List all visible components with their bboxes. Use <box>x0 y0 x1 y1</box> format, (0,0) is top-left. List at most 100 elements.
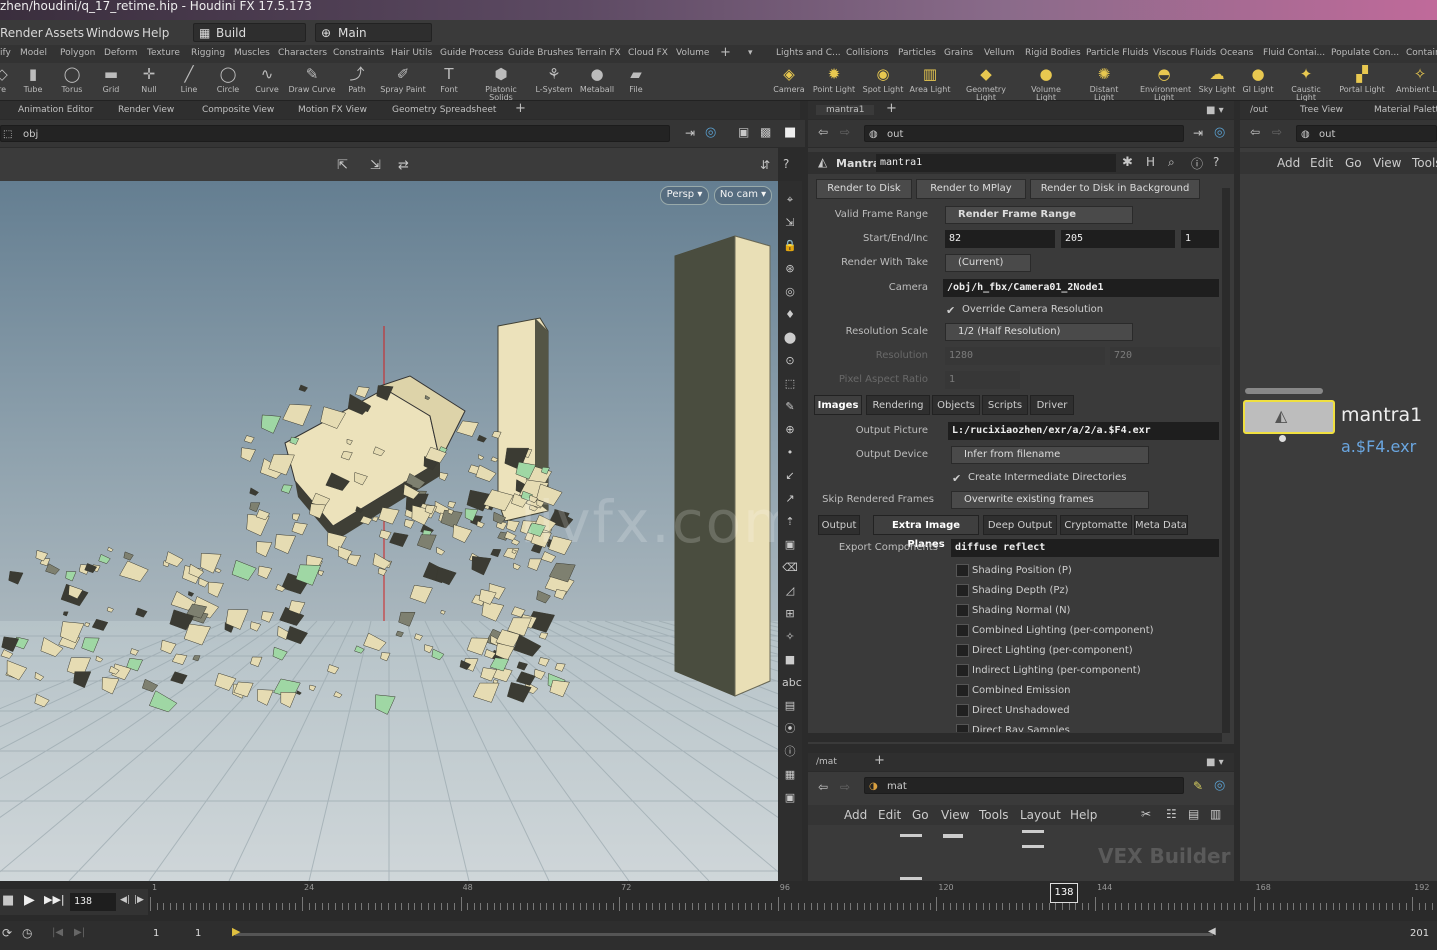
shelf-tab[interactable]: Model <box>20 48 47 58</box>
mat-menu-add[interactable]: Add <box>844 808 867 822</box>
viewport-tool-icon[interactable]: • <box>782 446 798 460</box>
subtab-extra-image-planes[interactable]: Extra Image Planes <box>873 515 979 550</box>
range-start-handle-icon[interactable]: ▶ <box>232 925 240 938</box>
playback-start-field[interactable]: 1 <box>195 928 201 939</box>
tab-rendering[interactable]: Rendering <box>866 395 930 415</box>
tab-mat[interactable]: /mat <box>816 757 837 767</box>
tab-material-palette[interactable]: Material Palett <box>1374 105 1437 115</box>
skip-frames-menu[interactable]: Overwrite existing frames <box>951 491 1149 509</box>
list-icon[interactable]: ▤ <box>1188 807 1199 821</box>
mantra-node[interactable]: ◭ <box>1243 400 1335 434</box>
shelf-tool[interactable]: ● GI Light <box>1234 65 1282 94</box>
viewport-tool-icon[interactable]: ✧ <box>782 630 798 644</box>
tab-scripts[interactable]: Scripts <box>982 395 1028 415</box>
add-tab-icon[interactable]: + <box>874 753 885 768</box>
shelf-tool[interactable]: ▰ File <box>612 65 660 94</box>
param-hscrollbar[interactable] <box>808 733 1222 742</box>
out-menu-add[interactable]: Add <box>1277 156 1300 170</box>
layout-icon[interactable]: ⇵ <box>760 158 770 172</box>
play-icon[interactable]: ▶ <box>24 892 35 908</box>
tab-images[interactable]: Images <box>814 395 862 415</box>
back-icon[interactable]: ⇦ <box>818 780 828 794</box>
shelf-tab[interactable]: Texture <box>147 48 180 58</box>
skip-end-icon[interactable]: ▶▶| <box>44 893 65 906</box>
tab-out[interactable]: /out <box>1250 105 1268 115</box>
viewport-tool-icon[interactable]: ⊛ <box>782 262 798 276</box>
render-to-mplay-button[interactable]: Render to MPlay <box>916 179 1026 199</box>
inc-frame-field[interactable]: 1 <box>1181 230 1219 248</box>
hscript-icon[interactable]: H <box>1146 155 1155 169</box>
viewport-tool-icon[interactable]: ■ <box>782 653 798 667</box>
shelf-tab[interactable]: Constraints <box>333 48 384 58</box>
plane-checkbox[interactable] <box>956 724 969 732</box>
shelf-tool[interactable]: ● Volume Light <box>1022 65 1070 102</box>
stop-icon[interactable]: ■ <box>2 893 14 908</box>
mat-menu-help[interactable]: Help <box>1070 808 1097 822</box>
shelf-tab[interactable]: Populate Con... <box>1331 48 1399 58</box>
step-forward-icon[interactable]: |▶ <box>134 895 144 905</box>
render-take-menu[interactable]: (Current) <box>945 254 1031 272</box>
viewport-tool-icon[interactable]: ♦ <box>782 308 798 322</box>
shelf-tab[interactable]: Volume <box>676 48 709 58</box>
start-frame-field[interactable]: 82 <box>945 230 1055 248</box>
shelf-tab[interactable]: Guide Brushes <box>508 48 574 58</box>
shelf-tab[interactable]: Contain <box>1406 48 1437 58</box>
viewport-tool-icon[interactable]: ↗ <box>782 492 798 506</box>
shelf-tab[interactable]: Oceans <box>1220 48 1253 58</box>
shelf-tool[interactable]: ∿ Curve <box>243 65 291 94</box>
edit-icon[interactable]: ✎ <box>1193 779 1203 793</box>
shelf-tool[interactable]: ✎ Draw Curve <box>288 65 336 94</box>
info-icon[interactable]: ⓘ <box>1191 155 1203 172</box>
shelf-tab[interactable]: Deform <box>104 48 137 58</box>
mat-menu-tools[interactable]: Tools <box>979 808 1009 822</box>
tab-mantra1[interactable]: mantra1 <box>816 105 875 115</box>
node-name-field[interactable]: mantra1 <box>876 154 1116 172</box>
step-back-icon[interactable]: ◀| <box>120 895 130 905</box>
panel-menu-icon[interactable]: ■ ▾ <box>1206 105 1224 116</box>
shelf-tab[interactable]: Collisions <box>846 48 888 58</box>
viewport-tool-icon[interactable]: ▣ <box>782 538 798 552</box>
shelf-tool[interactable]: T Font <box>425 65 473 94</box>
forward-icon[interactable]: ⇨ <box>1272 125 1282 139</box>
render-background-button[interactable]: Render to Disk in Background <box>1030 179 1200 199</box>
camera-field[interactable]: /obj/h_fbx/Camera01_2Node1 <box>943 279 1219 297</box>
res-scale-menu[interactable]: 1/2 (Half Resolution) <box>945 323 1133 341</box>
viewport-tool-icon[interactable]: ⬤ <box>782 331 798 345</box>
shelf-tool[interactable]: ✧ Ambient Lig <box>1396 65 1437 94</box>
tab-driver[interactable]: Driver <box>1030 395 1074 415</box>
param-scrollbar[interactable] <box>1222 188 1230 733</box>
shelf-tab[interactable]: Viscous Fluids <box>1153 48 1216 58</box>
plane-checkbox[interactable] <box>956 684 969 697</box>
range-start-field[interactable]: 1 <box>153 928 159 939</box>
viewport-tool-icon[interactable]: ↙ <box>782 469 798 483</box>
viewport-tool-icon[interactable]: ▦ <box>782 768 798 782</box>
shelf-tool[interactable]: ✦ Caustic Light <box>1282 65 1330 102</box>
shelf-tool[interactable]: ◉ Spot Light <box>859 65 907 94</box>
tab-tree-view[interactable]: Tree View <box>1300 105 1343 115</box>
viewport-tool-icon[interactable]: ✎ <box>782 400 798 414</box>
viewport-tool-icon[interactable]: ⇲ <box>782 216 798 230</box>
shelf-tool[interactable]: ✐ Spray Paint <box>379 65 427 94</box>
columns-icon[interactable]: ▥ <box>1210 807 1221 821</box>
shelf-menu-icon[interactable]: ▾ <box>748 48 753 58</box>
range-end-field[interactable]: 201 <box>1410 928 1429 939</box>
output-picture-field[interactable]: L:/rucixiaozhen/exr/a/2/a.$F4.exr <box>948 422 1219 440</box>
viewport-tool-icon[interactable]: ⌫ <box>782 561 798 575</box>
add-tab-icon[interactable]: + <box>515 101 526 116</box>
shelf-tab[interactable]: Hair Utils <box>391 48 432 58</box>
plane-checkbox[interactable] <box>956 624 969 637</box>
viewer-tab[interactable]: Geometry Spreadsheet <box>392 105 496 115</box>
frame-marker[interactable]: 138 <box>1050 883 1078 903</box>
mat-menu-go[interactable]: Go <box>912 808 929 822</box>
shelf-tab[interactable]: Lights and C... <box>776 48 841 58</box>
create-dirs-check-icon[interactable]: ✔ <box>952 472 961 485</box>
shelf-tab[interactable]: Characters <box>278 48 327 58</box>
back-icon[interactable]: ⇦ <box>818 125 828 139</box>
shelf-tool[interactable]: ⤴ Path <box>333 65 381 94</box>
viewport-tool-icon[interactable]: ⇡ <box>782 515 798 529</box>
realtime-icon[interactable]: ⟳ <box>2 926 12 940</box>
tree-icon[interactable]: ☷ <box>1166 807 1177 821</box>
range-end-handle-icon[interactable]: ◀ <box>1208 926 1216 937</box>
subtab-deep-output[interactable]: Deep Output <box>983 515 1057 535</box>
export-components-field[interactable]: diffuse reflect <box>951 539 1219 557</box>
